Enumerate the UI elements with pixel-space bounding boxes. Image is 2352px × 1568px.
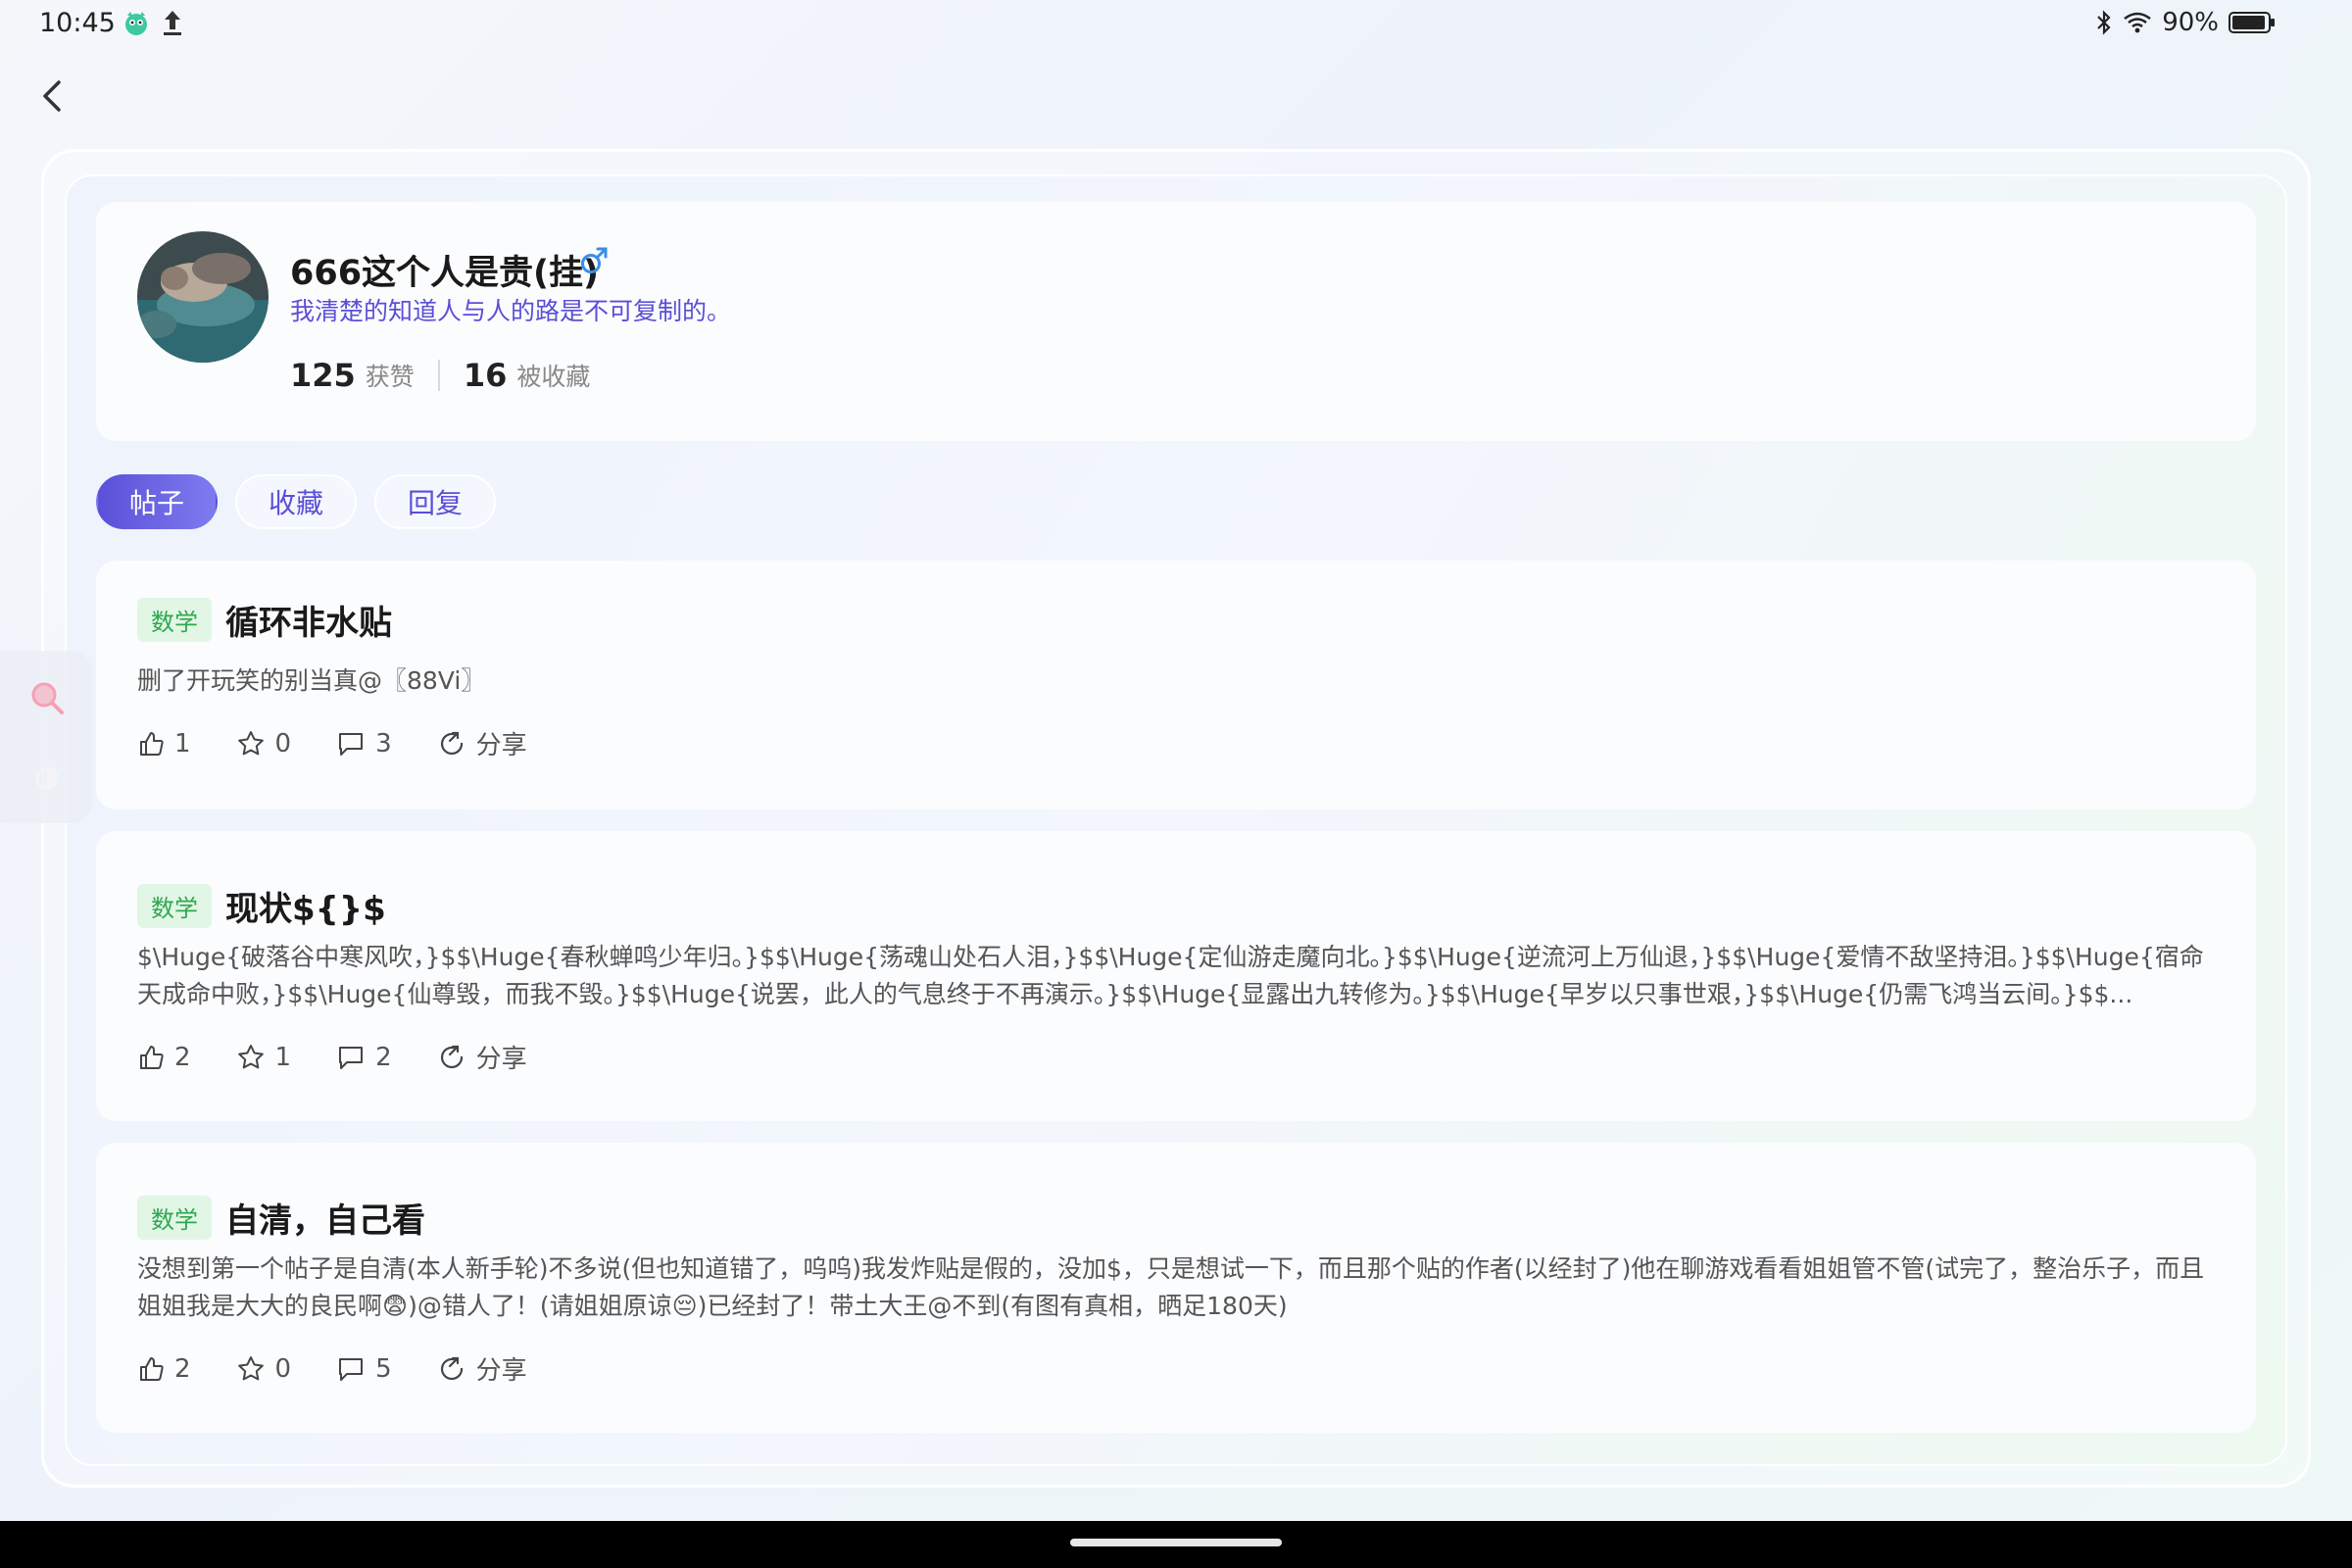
post-actions: 1 0 3 分享: [137, 725, 572, 761]
side-toolbar: [0, 651, 92, 823]
star-count: 1: [274, 1042, 292, 1072]
post-body: 没想到第一个帖子是自清(本人新手轮)不多说(但也知道错了，呜呜)我发炸贴是假的，…: [137, 1254, 2205, 1320]
post-card[interactable]: 数学 循环非水贴 删了开玩笑的别当真@〖88Vi〗 1 0 3 分享: [96, 561, 2256, 809]
post-title[interactable]: 现状${}$: [225, 882, 386, 930]
avatar[interactable]: [137, 231, 269, 363]
post-tag[interactable]: 数学: [137, 598, 212, 642]
like-count: 2: [174, 1353, 191, 1384]
status-bar: 10:45 90%: [0, 0, 2352, 49]
comment-icon: [339, 732, 364, 756]
status-right: 90%: [2095, 8, 2276, 37]
star-count: 0: [274, 728, 292, 759]
male-icon: [581, 247, 608, 273]
post-header: 数学 现状${}$: [137, 882, 386, 930]
star-icon: [237, 1355, 264, 1380]
user-stats: 125 获赞 16 被收藏: [290, 357, 590, 394]
like-button[interactable]: 2: [137, 1043, 191, 1072]
favorited-count: 16: [463, 357, 508, 394]
comment-button[interactable]: 2: [336, 1043, 392, 1072]
like-count: 2: [174, 1042, 191, 1072]
battery-icon: [2229, 12, 2275, 33]
share-button[interactable]: 分享: [437, 1039, 527, 1075]
tab-replies[interactable]: 回复: [374, 474, 497, 529]
thumbs-up-icon: [140, 731, 164, 756]
share-icon: [440, 731, 463, 755]
profile-tabs: 帖子 收藏 回复: [96, 474, 497, 529]
post-actions: 2 1 2 分享: [137, 1039, 572, 1075]
thumbs-up-icon: [140, 1356, 164, 1381]
username: 666这个人是贵(挂): [290, 254, 600, 293]
app-notification-icon: [125, 12, 147, 35]
post-title[interactable]: 自清，自己看: [225, 1194, 425, 1242]
bluetooth-icon: [2097, 10, 2111, 35]
favorite-button[interactable]: 0: [236, 1353, 292, 1384]
thumbs-up-icon: [140, 1045, 164, 1069]
like-count: 1: [174, 728, 191, 759]
share-icon: [440, 1045, 463, 1068]
share-button[interactable]: 分享: [437, 725, 527, 761]
post-header: 数学 循环非水贴: [137, 596, 392, 644]
like-button[interactable]: 2: [137, 1354, 191, 1384]
upload-icon: [164, 11, 181, 35]
favorite-button[interactable]: 1: [236, 1042, 292, 1072]
likes-count: 125: [290, 357, 356, 394]
post-title[interactable]: 循环非水贴: [225, 596, 392, 644]
home-gesture-handle[interactable]: [1070, 1539, 1282, 1546]
star-icon: [237, 1044, 264, 1068]
share-label: 分享: [475, 1045, 527, 1074]
wifi-icon: [2124, 12, 2151, 33]
user-bio: 我清楚的知道人与人的路是不可复制的。: [290, 297, 732, 325]
share-label: 分享: [475, 731, 527, 760]
post-body: $\Huge{破落谷中寒风吹，}$$\Huge{春秋蝉鸣少年归。}$$\Huge…: [137, 943, 2204, 1008]
share-icon: [440, 1356, 463, 1380]
comment-button[interactable]: 5: [336, 1354, 392, 1384]
post-header: 数学 自清，自己看: [137, 1194, 425, 1242]
comment-button[interactable]: 3: [336, 729, 392, 759]
comment-icon: [339, 1046, 364, 1069]
star-icon: [237, 730, 264, 755]
contrast-icon[interactable]: [27, 759, 67, 798]
comment-count: 2: [375, 1042, 392, 1072]
post-card[interactable]: 数学 自清，自己看 没想到第一个帖子是自清(本人新手轮)不多说(但也知道错了，呜…: [96, 1143, 2256, 1433]
share-button[interactable]: 分享: [437, 1350, 527, 1387]
favorited-label: 被收藏: [516, 363, 591, 391]
back-button[interactable]: [33, 74, 73, 118]
post-actions: 2 0 5 分享: [137, 1350, 572, 1387]
favorite-button[interactable]: 0: [236, 728, 292, 759]
post-card[interactable]: 数学 现状${}$ $\Huge{破落谷中寒风吹，}$$\Huge{春秋蝉鸣少年…: [96, 831, 2256, 1121]
stats-divider: [437, 360, 440, 391]
share-label: 分享: [475, 1356, 527, 1386]
like-button[interactable]: 1: [137, 729, 191, 759]
battery-percent: 90%: [2162, 8, 2219, 37]
tab-favorites[interactable]: 收藏: [235, 474, 358, 529]
comment-icon: [339, 1357, 364, 1381]
status-time: 10:45: [39, 8, 116, 38]
tab-posts[interactable]: 帖子: [96, 474, 219, 529]
post-tag[interactable]: 数学: [137, 884, 212, 928]
comment-count: 3: [375, 728, 392, 759]
post-body: 删了开玩笑的别当真@〖88Vi〗: [137, 666, 486, 695]
post-tag[interactable]: 数学: [137, 1196, 212, 1240]
likes-label: 获赞: [365, 363, 415, 391]
system-navigation-bar: [0, 1521, 2352, 1568]
star-count: 0: [274, 1353, 292, 1384]
zoom-icon[interactable]: [27, 678, 67, 717]
comment-count: 5: [375, 1353, 392, 1384]
